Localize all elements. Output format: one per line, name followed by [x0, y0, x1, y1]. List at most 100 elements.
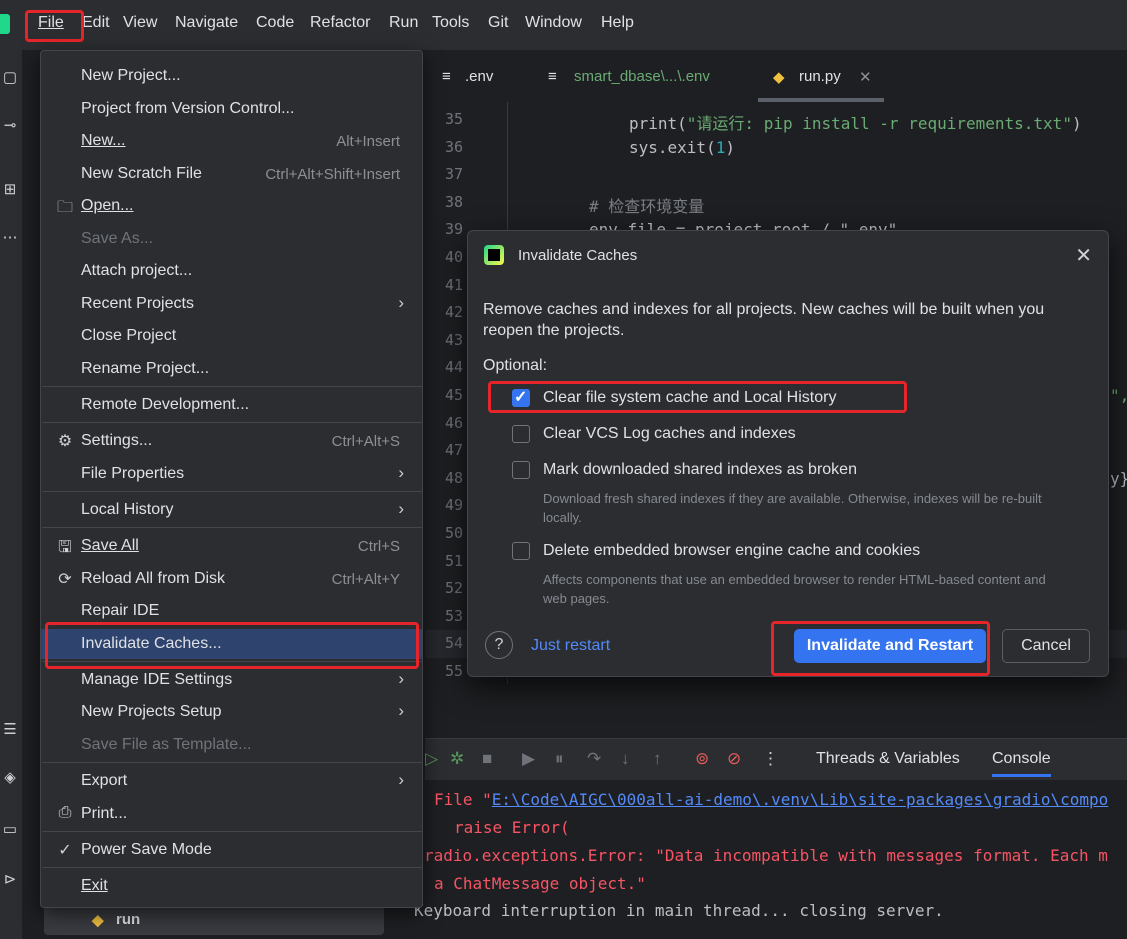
menu-item-new-projects-setup[interactable]: New Projects Setup › — [41, 697, 422, 727]
step-into-icon[interactable]: ↓ — [621, 749, 630, 769]
breakpoints-icon[interactable]: ⊚ — [695, 749, 709, 769]
menu-item-new-project[interactable]: New Project... — [41, 61, 422, 91]
menu-help[interactable]: Help — [601, 14, 634, 32]
menu-item-manage-ide-settings[interactable]: Manage IDE Settings › — [41, 665, 422, 695]
menu-window[interactable]: Window — [525, 14, 582, 32]
resume-icon[interactable]: ▷ — [425, 749, 438, 769]
console-line-5: Keyboard interruption in main thread... … — [414, 901, 944, 920]
menu-item-file-properties[interactable]: File Properties › — [41, 459, 422, 489]
layers-icon[interactable]: ◈ — [0, 768, 20, 788]
pause-icon[interactable]: ⏸ — [555, 749, 564, 769]
resume-program-icon[interactable]: ▶ — [522, 749, 535, 769]
menu-item-settings[interactable]: ⚙ Settings... Ctrl+Alt+S — [41, 426, 422, 456]
code-line-39: env_file = project_root / ".env" — [589, 220, 898, 230]
label-mark-indexes-broken[interactable]: Mark downloaded shared indexes as broken — [543, 461, 857, 479]
file-menu-highlight — [25, 10, 84, 42]
tab-close-icon[interactable]: ✕ — [859, 68, 872, 86]
step-out-icon[interactable]: ↑ — [653, 749, 662, 769]
menu-item-rename-project[interactable]: Rename Project... — [41, 354, 422, 384]
help-button[interactable]: ? — [485, 631, 513, 659]
line-number: 47 — [444, 441, 463, 460]
code-line-35: print("请运行: pip install -r requirements.… — [629, 114, 1082, 133]
hint-mark-indexes-broken: Download fresh shared indexes if they ar… — [543, 491, 1042, 525]
menu-item-new[interactable]: New... Alt+Insert — [41, 126, 422, 156]
menu-refactor[interactable]: Refactor — [310, 14, 370, 32]
menu-item-project-from-vcs[interactable]: Project from Version Control... — [41, 94, 422, 124]
menu-item-open[interactable]: 🗀 Open... — [41, 191, 422, 221]
terminal-icon[interactable]: ▭ — [0, 820, 20, 840]
commit-icon[interactable]: ⊸ — [0, 116, 20, 136]
menu-item-reload-all[interactable]: ⟳ Reload All from Disk Ctrl+Alt+Y — [41, 564, 422, 594]
menu-item-close-project[interactable]: Close Project — [41, 321, 422, 351]
just-restart-link[interactable]: Just restart — [531, 637, 610, 655]
menu-item-export[interactable]: Export › — [41, 766, 422, 796]
console-output[interactable]: File "E:\Code\AIGC\000all-ai-demo\.venv\… — [400, 780, 1127, 939]
code-line-38: # 检查环境变量 — [589, 197, 705, 216]
gear-icon: ⚙ — [57, 433, 73, 450]
menu-navigate[interactable]: Navigate — [175, 14, 238, 32]
mute-breakpoints-icon[interactable]: ⊘ — [727, 749, 741, 769]
hint-delete-browser-cache: Affects components that use an embedded … — [543, 572, 1046, 606]
menu-separator — [42, 527, 423, 528]
checkbox-mark-indexes-broken[interactable] — [512, 461, 530, 479]
file-menu: New Project... Project from Version Cont… — [40, 50, 423, 908]
line-number: 55 — [444, 662, 463, 680]
menu-item-local-history[interactable]: Local History › — [41, 495, 422, 525]
tab-threads-variables[interactable]: Threads & Variables — [816, 750, 960, 768]
line-number: 42 — [444, 303, 463, 322]
menu-view[interactable]: View — [123, 14, 157, 32]
line-number: 36 — [444, 137, 463, 156]
project-run-item[interactable]: ◆ run — [44, 905, 384, 935]
line-number: 39 — [444, 220, 463, 239]
menu-code[interactable]: Code — [256, 14, 294, 32]
structure-icon[interactable]: ⊞ — [0, 180, 20, 200]
menu-item-print[interactable]: ⎙ Print... — [41, 799, 422, 829]
debug-bug-icon[interactable]: ✲ — [450, 749, 464, 769]
tab-env-icon: ≡ — [442, 68, 451, 85]
menu-git[interactable]: Git — [488, 14, 508, 32]
menu-item-exit[interactable]: Exit — [41, 871, 422, 901]
close-icon[interactable]: ✕ — [1075, 243, 1092, 268]
menu-separator — [42, 762, 423, 763]
menu-edit[interactable]: Edit — [82, 14, 110, 32]
checkbox-clear-vcs-log[interactable] — [512, 425, 530, 443]
tab-console[interactable]: Console — [992, 750, 1051, 777]
save-icon: 🖫 — [58, 539, 72, 556]
label-clear-vcs-log[interactable]: Clear VCS Log caches and indexes — [543, 425, 796, 443]
printer-icon: ⎙ — [58, 804, 72, 821]
more-icon[interactable]: ⋯ — [0, 228, 20, 248]
console-line-1: File "E:\Code\AIGC\000all-ai-demo\.venv\… — [434, 790, 1109, 809]
menu-item-new-scratch[interactable]: New Scratch File Ctrl+Alt+Shift+Insert — [41, 159, 422, 189]
label-delete-browser-cache[interactable]: Delete embedded browser engine cache and… — [543, 542, 920, 560]
menu-item-remote-development[interactable]: Remote Development... — [41, 390, 422, 420]
console-file-link[interactable]: E:\Code\AIGC\000all-ai-demo\.venv\Lib\si… — [492, 790, 1109, 809]
menu-item-recent-projects[interactable]: Recent Projects › — [41, 289, 422, 319]
step-over-icon[interactable]: ↷ — [587, 749, 601, 769]
cancel-button[interactable]: Cancel — [1002, 629, 1090, 663]
menu-item-save-all[interactable]: 🖫 Save All Ctrl+S — [41, 531, 422, 561]
menu-run[interactable]: Run — [389, 14, 418, 32]
project-folder-icon[interactable]: ▢ — [0, 68, 20, 88]
line-number: 37 — [444, 165, 463, 184]
invalidate-caches-dialog: Invalidate Caches ✕ Remove caches and in… — [467, 230, 1109, 677]
menu-item-attach-project[interactable]: Attach project... — [41, 256, 422, 286]
debug-toolbar: ▷ ✲ ■ ▶ ⏸ ↷ ↓ ↑ ⊚ ⊘ ⋮ Threads & Variable… — [425, 738, 1127, 781]
checkbox-delete-browser-cache[interactable] — [512, 542, 530, 560]
tab-env[interactable]: .env — [465, 68, 493, 85]
line-number: 51 — [444, 551, 463, 570]
stop-icon[interactable]: ■ — [482, 749, 492, 769]
tab-run-py[interactable]: run.py — [799, 68, 841, 85]
tab-smart-dbase-env-icon: ≡ — [548, 68, 557, 85]
todo-icon[interactable]: ☰ — [0, 720, 20, 740]
menu-tools[interactable]: Tools — [432, 14, 469, 32]
tab-smart-dbase-env[interactable]: smart_dbase\...\.env — [574, 68, 710, 85]
line-number: 41 — [444, 275, 463, 294]
console-line-2: raise Error( — [454, 818, 570, 837]
more-options-icon[interactable]: ⋮ — [762, 749, 779, 769]
code-line-48-tail: y} — [1110, 469, 1127, 488]
menu-separator — [42, 491, 423, 492]
dialog-title: Invalidate Caches — [518, 247, 638, 264]
menu-item-power-save[interactable]: ✓ Power Save Mode — [41, 835, 422, 865]
line-number: 46 — [444, 413, 463, 432]
services-icon[interactable]: ⊳ — [0, 870, 20, 890]
